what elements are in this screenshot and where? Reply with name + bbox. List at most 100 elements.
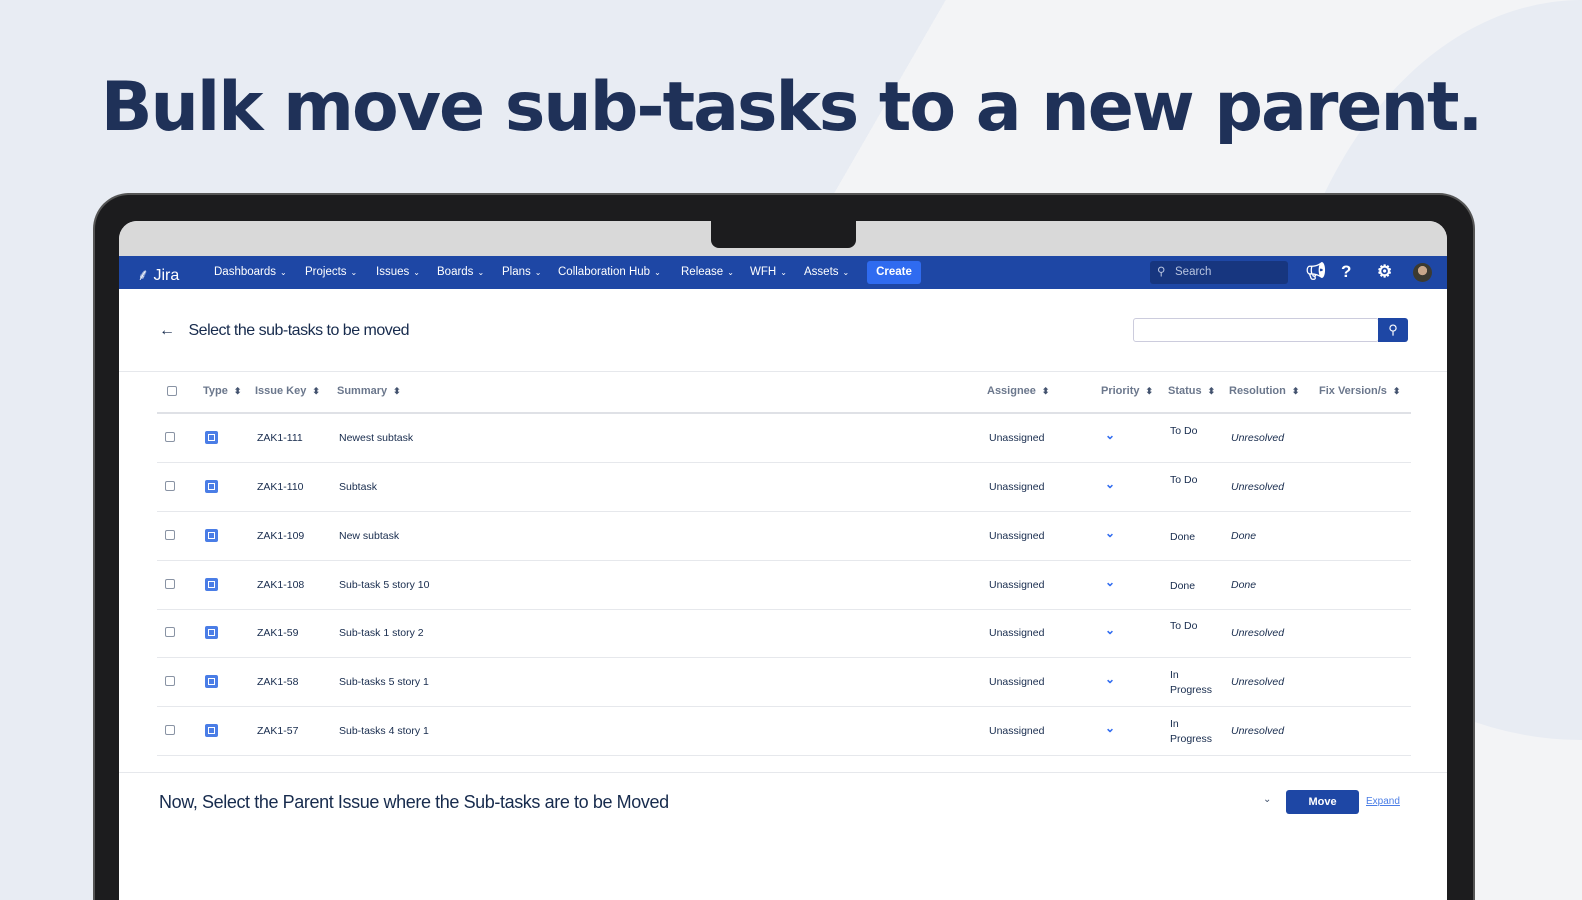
issue-summary[interactable]: Newest subtask [339, 432, 413, 444]
nav-plans[interactable]: Plans ⌄ [502, 266, 541, 278]
move-button[interactable]: Move [1286, 790, 1359, 814]
issue-summary[interactable]: Sub-tasks 5 story 1 [339, 676, 429, 688]
avatar[interactable] [1413, 263, 1432, 282]
filter-search-button[interactable]: ⚲ [1378, 318, 1408, 342]
priority-low-icon: ⌄ [1105, 721, 1116, 735]
back-arrow-icon[interactable]: ← [159, 322, 175, 339]
subtask-icon [205, 578, 218, 591]
table-row[interactable]: ZAK1-57 Sub-tasks 4 story 1 Unassigned ⌄… [157, 707, 1411, 756]
nav-projects[interactable]: Projects ⌄ [305, 266, 357, 278]
logo-text: Jira [153, 267, 180, 284]
screen: ⸙ Jira Dashboards ⌄ Projects ⌄ Issues ⌄ Boards… [119, 221, 1447, 900]
help-icon[interactable]: ? [1341, 262, 1351, 282]
sort-icon: ⬍ [1207, 386, 1216, 396]
row-checkbox[interactable] [165, 481, 175, 491]
table-row[interactable]: ZAK1-58 Sub-tasks 5 story 1 Unassigned ⌄… [157, 658, 1411, 707]
row-checkbox[interactable] [165, 725, 175, 735]
chevron-down-icon: ⌄ [534, 268, 542, 277]
nav-label: Collaboration Hub [558, 266, 651, 278]
row-checkbox[interactable] [165, 579, 175, 589]
column-header-summary[interactable]: Summary ⬍ [337, 385, 401, 397]
resolution: Unresolved [1231, 676, 1285, 688]
chevron-down-icon: ⌄ [654, 268, 661, 277]
nav-label: Issues [376, 266, 410, 278]
table-row[interactable]: ZAK1-110 Subtask Unassigned ⌄ To Do Unre… [157, 463, 1411, 512]
issue-key[interactable]: ZAK1-57 [257, 725, 298, 737]
row-checkbox[interactable] [165, 432, 175, 442]
megaphone-icon[interactable]: 📢︎ [1305, 262, 1327, 282]
nav-collaboration-hub[interactable]: Collaboration Hub ⌄ [558, 266, 661, 278]
search-placeholder: Search [1175, 266, 1212, 278]
chevron-down-icon[interactable]: ⌄ [1263, 794, 1271, 805]
assignee: Unassigned [989, 627, 1045, 639]
status: Done [1170, 580, 1196, 592]
chevron-down-icon: ⌄ [477, 268, 485, 277]
page-title-text: Select the sub-tasks to be moved [188, 322, 410, 339]
column-header-issue-key[interactable]: Issue Key ⬍ [255, 385, 320, 397]
nav-assets[interactable]: Assets ⌄ [804, 266, 849, 278]
issue-key[interactable]: ZAK1-109 [257, 530, 304, 542]
divider [119, 772, 1447, 773]
nav-boards[interactable]: Boards ⌄ [437, 266, 484, 278]
nav-release[interactable]: Release ⌄ [681, 266, 734, 278]
sort-icon: ⬍ [1041, 386, 1050, 396]
sort-icon: ⬍ [1145, 386, 1154, 396]
table-row[interactable]: ZAK1-59 Sub-task 1 story 2 Unassigned ⌄ … [157, 609, 1411, 658]
column-header-resolution[interactable]: Resolution ⬍ [1229, 385, 1299, 397]
nav-issues[interactable]: Issues ⌄ [376, 266, 420, 278]
jira-logo[interactable]: ⸙ Jira [137, 263, 179, 285]
priority-low-icon: ⌄ [1105, 526, 1116, 540]
sort-icon: ⬍ [393, 386, 401, 396]
issue-summary[interactable]: Sub-task 5 story 10 [339, 579, 429, 591]
chevron-down-icon: ⌄ [413, 268, 420, 277]
issue-key[interactable]: ZAK1-58 [257, 676, 298, 688]
row-checkbox[interactable] [165, 530, 175, 540]
nav-dashboards[interactable]: Dashboards ⌄ [214, 266, 287, 278]
subtask-icon [205, 480, 218, 493]
priority-low-icon: ⌄ [1105, 575, 1116, 589]
issue-key[interactable]: ZAK1-111 [257, 432, 303, 444]
gear-icon[interactable]: ⚙ [1377, 262, 1392, 282]
subtask-icon [205, 626, 218, 639]
issue-summary[interactable]: Sub-task 1 story 2 [339, 627, 424, 639]
resolution: Unresolved [1231, 725, 1285, 737]
issue-key[interactable]: ZAK1-59 [257, 627, 298, 639]
column-header-status[interactable]: Status ⬍ [1168, 385, 1215, 397]
column-header-priority[interactable]: Priority ⬍ [1101, 385, 1153, 397]
table-row[interactable]: ZAK1-108 Sub-task 5 story 10 Unassigned … [157, 561, 1411, 610]
table-row[interactable]: ZAK1-109 New subtask Unassigned ⌄ Done D… [157, 512, 1411, 561]
assignee: Unassigned [989, 481, 1045, 493]
sort-icon: ⬍ [1392, 386, 1401, 396]
issue-summary[interactable]: New subtask [339, 530, 399, 542]
resolution: Unresolved [1231, 627, 1285, 639]
issue-key[interactable]: ZAK1-110 [257, 481, 304, 493]
search-input[interactable]: ⚲ Search [1150, 261, 1288, 284]
assignee: Unassigned [989, 432, 1045, 444]
nav-label: Boards [437, 266, 474, 278]
filter-input[interactable] [1133, 318, 1379, 342]
subtask-icon [205, 675, 218, 688]
sort-icon: ⬍ [233, 386, 242, 396]
issue-key[interactable]: ZAK1-108 [257, 579, 304, 591]
assignee: Unassigned [989, 676, 1045, 688]
create-button[interactable]: Create [867, 261, 921, 284]
column-header-fix-version-s[interactable]: Fix Version/s ⬍ [1319, 385, 1400, 397]
header-label: Status [1168, 385, 1202, 397]
priority-low-icon: ⌄ [1105, 428, 1116, 442]
select-all-checkbox[interactable] [167, 386, 177, 396]
top-nav: ⸙ Jira Dashboards ⌄ Projects ⌄ Issues ⌄ Boards… [119, 256, 1447, 289]
issue-summary[interactable]: Subtask [339, 481, 377, 493]
column-header-type[interactable]: Type ⬍ [203, 385, 241, 397]
column-header-assignee[interactable]: Assignee ⬍ [987, 385, 1049, 397]
row-checkbox[interactable] [165, 627, 175, 637]
row-checkbox[interactable] [165, 676, 175, 686]
subtask-icon [205, 431, 218, 444]
parent-section-title: Now, Select the Parent Issue where the S… [159, 792, 669, 812]
headline: Bulk move sub-tasks to a new parent. [100, 68, 1484, 147]
table-row[interactable]: ZAK1-111 Newest subtask Unassigned ⌄ To … [157, 414, 1411, 463]
nav-wfh[interactable]: WFH ⌄ [750, 266, 787, 278]
expand-link[interactable]: Expand [1366, 796, 1400, 807]
issue-summary[interactable]: Sub-tasks 4 story 1 [339, 725, 429, 737]
status: In Progress [1170, 669, 1213, 696]
nav-label: Projects [305, 266, 347, 278]
